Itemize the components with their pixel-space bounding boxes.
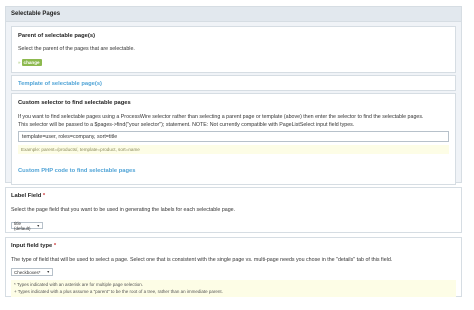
input-field-type-section: Input field type * The type of field tha… xyxy=(5,237,462,297)
selector-example: Example: parent=/products/, template=pro… xyxy=(18,145,449,154)
input-field-type-title[interactable]: Input field type * xyxy=(6,238,461,249)
required-mark: * xyxy=(42,193,46,199)
selector-input[interactable] xyxy=(18,131,449,142)
custom-selector-description: If you want to find selectable pages usi… xyxy=(18,113,449,129)
template-title[interactable]: Template of selectable page(s) xyxy=(18,81,449,87)
template-panel: Template of selectable page(s) xyxy=(11,75,456,91)
custom-selector-panel: Custom selector to find selectable pages… xyxy=(11,93,456,185)
required-mark: * xyxy=(53,243,57,249)
description-line-2: This selector will be passed to a $pages… xyxy=(18,122,355,128)
label-field-title[interactable]: Label Field * xyxy=(6,188,461,199)
custom-php-title[interactable]: Custom PHP code to find selectable pages xyxy=(18,168,135,174)
fieldset-title[interactable]: Selectable Pages xyxy=(6,7,461,22)
input-field-type-select[interactable]: Checkboxes* ▼ xyxy=(11,268,53,276)
parent-description: Select the parent of the pages that are … xyxy=(18,46,135,52)
label-field-title-text: Label Field xyxy=(11,193,42,199)
label-field-section: Label Field * Select the page field that… xyxy=(5,187,462,233)
input-type-notes: * Types indicated with an asterisk are f… xyxy=(11,280,456,297)
note-plus: + Types indicated with a plus assume a "… xyxy=(14,288,223,294)
input-field-type-description: The type of field that will be used to s… xyxy=(11,257,393,263)
label-field-select[interactable]: title (default) ▼ xyxy=(11,220,43,231)
fieldset-body: Parent of selectable page(s) Select the … xyxy=(11,26,456,185)
double-arrow-icon: » xyxy=(18,60,21,65)
selectable-pages-fieldset: Selectable Pages Parent of selectable pa… xyxy=(5,6,462,185)
custom-selector-title[interactable]: Custom selector to find selectable pages xyxy=(18,100,449,106)
change-button[interactable]: change xyxy=(21,59,42,66)
chevron-down-icon: ▼ xyxy=(46,270,50,274)
parent-title[interactable]: Parent of selectable page(s) xyxy=(18,33,449,39)
label-field-description: Select the page field that you want to b… xyxy=(11,207,236,213)
chevron-down-icon: ▼ xyxy=(36,223,40,228)
label-field-selected: title (default) xyxy=(14,220,31,231)
parent-panel: Parent of selectable page(s) Select the … xyxy=(11,26,456,73)
description-line-1: If you want to find selectable pages usi… xyxy=(18,114,424,120)
input-field-type-selected: Checkboxes* xyxy=(14,269,41,275)
change-row: » change xyxy=(18,59,449,66)
input-field-type-title-text: Input field type xyxy=(11,243,53,249)
